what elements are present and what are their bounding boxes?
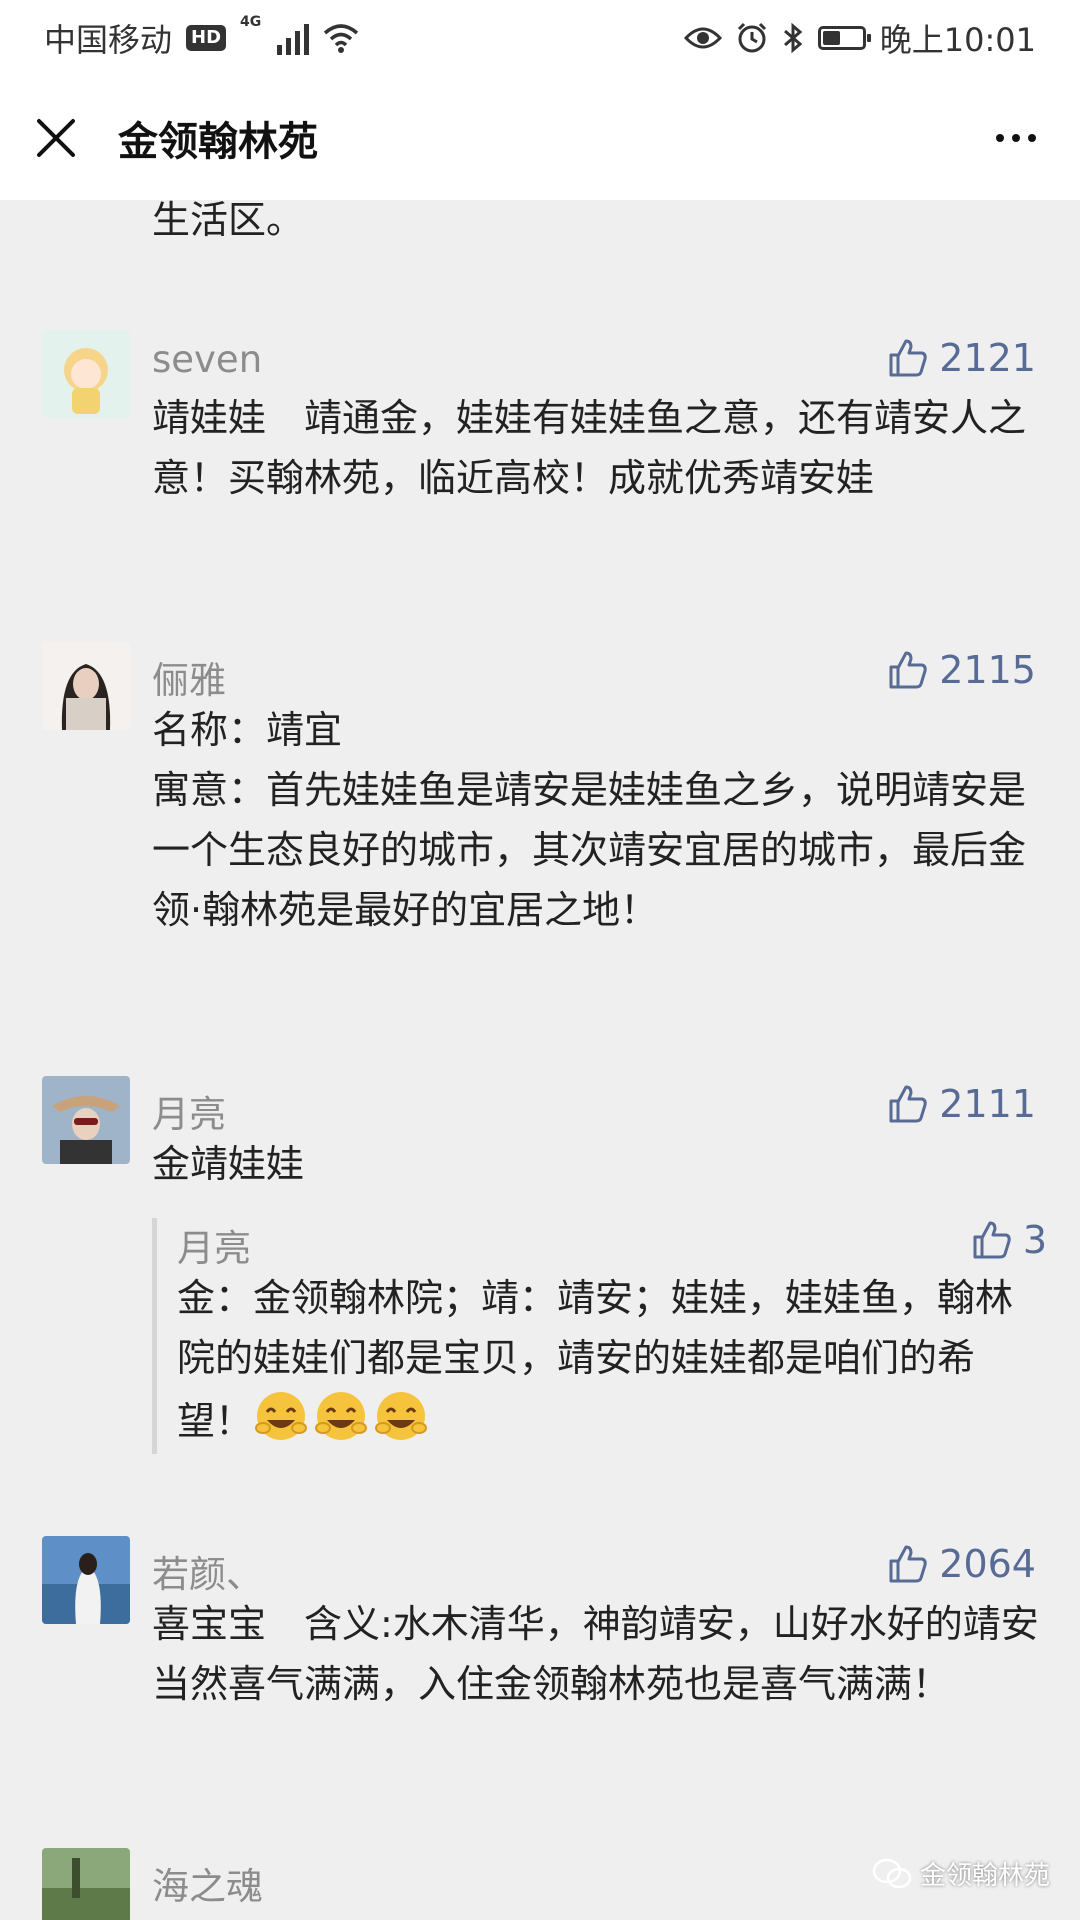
commenter-name: 俪雅 <box>152 659 226 702</box>
watermark-text: 金领翰林苑 <box>919 1861 1050 1891</box>
close-icon[interactable] <box>34 116 78 160</box>
thumbs-up-icon <box>973 1221 1011 1259</box>
reply-like-count: 3 <box>1022 1218 1047 1262</box>
like-count: 2111 <box>939 1082 1036 1126</box>
reply-author-name: 月亮 <box>177 1227 251 1270</box>
like-button[interactable]: 2115 <box>887 648 1036 692</box>
avatar[interactable] <box>42 330 130 418</box>
commenter-name: 月亮 <box>152 1093 226 1136</box>
thumbs-up-icon <box>889 339 927 377</box>
screen: 中国移动 HD 4G 晚上10:01 金领翰林苑 生活区。 seven 2121… <box>0 0 1080 1920</box>
smile-emoji-icon <box>313 1388 369 1444</box>
comment-text: 金靖娃娃 <box>152 1142 305 1186</box>
status-left: 中国移动 HD 4G <box>44 15 359 61</box>
like-count: 2064 <box>939 1542 1036 1586</box>
page-title: 金领翰林苑 <box>118 119 318 165</box>
watermark: 金领翰林苑 <box>872 1855 1050 1892</box>
dot-icon <box>996 134 1004 142</box>
bluetooth-icon <box>783 22 803 54</box>
eye-icon <box>683 27 722 49</box>
author-reply: 月亮 3 金：金领翰林院；靖：靖安；娃娃，娃娃鱼，翰林院的娃娃们都是宝贝，靖安的… <box>152 1218 1047 1454</box>
cell-signal-icon <box>277 21 310 55</box>
dot-icon <box>1012 134 1020 142</box>
commenter-name: seven <box>152 338 263 381</box>
hd-badge: HD <box>186 25 227 51</box>
commenter-name: 海之魂 <box>152 1865 263 1908</box>
status-time: 晚上10:01 <box>879 21 1036 59</box>
battery-level <box>822 31 840 45</box>
like-button[interactable]: 2111 <box>887 1082 1036 1126</box>
status-bar: 中国移动 HD 4G 晚上10:01 <box>0 0 1080 76</box>
like-button[interactable]: 2064 <box>887 1542 1036 1586</box>
commenter-name: 若颜、 <box>152 1553 263 1596</box>
thumbs-up-icon <box>889 1085 927 1123</box>
like-count: 2115 <box>939 648 1036 692</box>
battery-icon <box>817 26 871 50</box>
nav-bar: 金领翰林苑 <box>0 76 1080 200</box>
thumbs-up-icon <box>889 1545 927 1583</box>
avatar[interactable] <box>42 1076 130 1164</box>
carrier-name: 中国移动 <box>44 21 173 59</box>
avatar[interactable] <box>42 1848 130 1920</box>
thumbs-up-icon <box>889 651 927 689</box>
comment-text: 名称：靖宜 寓意：首先娃娃鱼是靖安是娃娃鱼之乡，说明靖安是一个生态良好的城市，其… <box>152 708 1027 932</box>
reply-like-button[interactable]: 3 <box>971 1218 1047 1262</box>
network-type: 4G <box>240 14 262 30</box>
smile-emoji-icon <box>253 1388 309 1444</box>
reply-text: 金：金领翰林院；靖：靖安；娃娃，娃娃鱼，翰林院的娃娃们都是宝贝，靖安的娃娃都是咱… <box>177 1268 1037 1451</box>
previous-comment-text: 生活区。 <box>152 200 305 242</box>
smile-emoji-icon <box>373 1388 429 1444</box>
avatar[interactable] <box>42 642 130 730</box>
wechat-logo-icon <box>872 1858 912 1888</box>
status-right: 晚上10:01 <box>683 15 1036 61</box>
comment-text: 喜宝宝 含义:水木清华，神韵靖安，山好水好的靖安当然喜气满满，入住金领翰林苑也是… <box>152 1602 1039 1706</box>
comment-list[interactable]: 生活区。 seven 2121 靖娃娃 靖通金，娃娃有娃娃鱼之意，还有靖安人之意… <box>0 200 1080 1920</box>
dot-icon <box>1028 134 1036 142</box>
comment-text: 靖娃娃 靖通金，娃娃有娃娃鱼之意，还有靖安人之意！买翰林苑，临近高校！成就优秀靖… <box>152 396 1027 500</box>
alarm-icon <box>737 22 766 53</box>
more-options-button[interactable] <box>986 124 1046 152</box>
avatar[interactable] <box>42 1536 130 1624</box>
wifi-icon <box>324 24 359 53</box>
like-button[interactable]: 2121 <box>887 336 1036 380</box>
like-count: 2121 <box>939 336 1036 380</box>
